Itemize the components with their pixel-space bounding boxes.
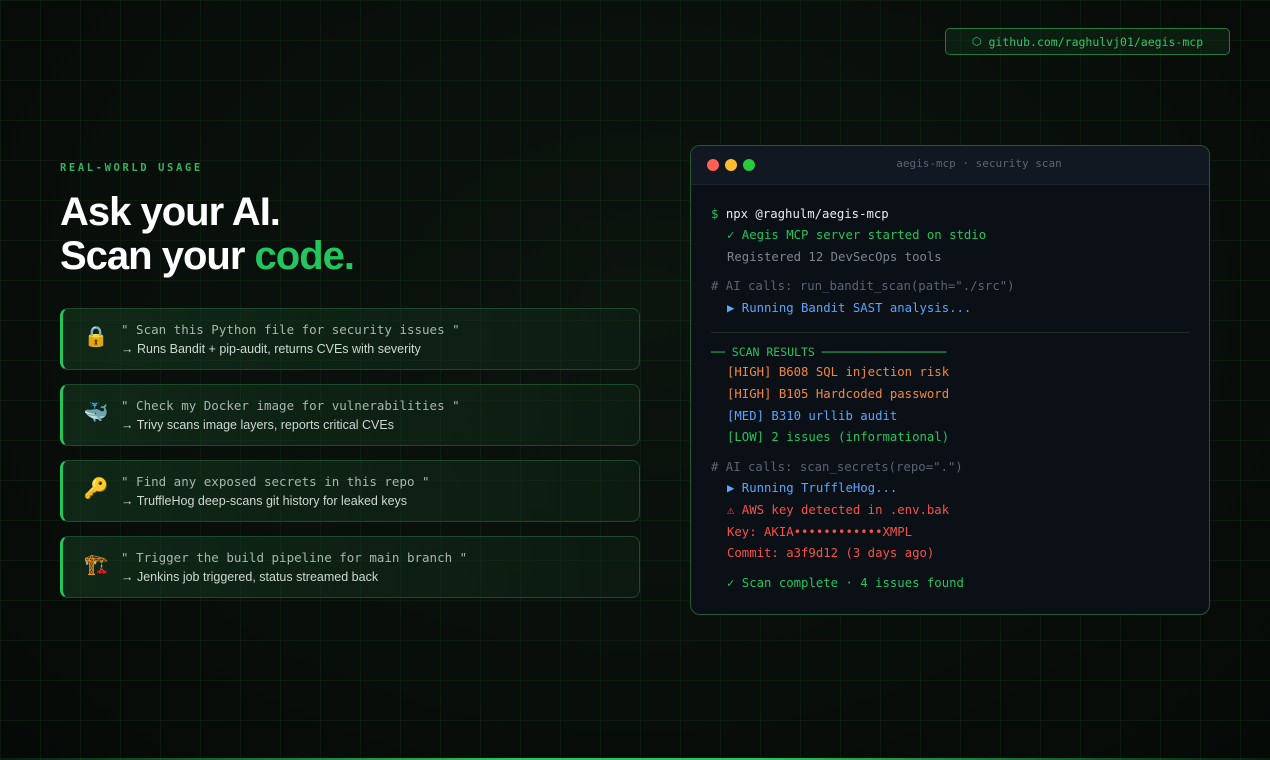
key-icon: 🔑 bbox=[83, 478, 109, 500]
terminal-window: aegis-mcp · security scan $ npx @raghulm… bbox=[690, 145, 1210, 615]
terminal-result-high-password: [HIGH] B105 Hardcoded password bbox=[727, 387, 950, 401]
github-icon: ⬡ bbox=[971, 35, 982, 48]
github-repo-link[interactable]: ⬡ github.com/raghulvj01/aegis-mcp bbox=[945, 28, 1230, 55]
terminal-registered-tools: Registered 12 DevSecOps tools bbox=[727, 250, 942, 264]
usage-card-description: → Trivy scans image layers, reports crit… bbox=[121, 418, 394, 432]
terminal-commit-line: Commit: a3f9d12 (3 days ago) bbox=[727, 546, 935, 560]
hero-headline: Ask your AI. Scan your code. bbox=[60, 190, 355, 278]
terminal-result-med-urllib: [MED] B310 urllib audit bbox=[727, 409, 898, 423]
section-eyebrow: REAL-WORLD USAGE bbox=[60, 162, 203, 174]
usage-card-secrets-scan[interactable]: 🔑 " Find any exposed secrets in this rep… bbox=[60, 460, 640, 522]
terminal-result-high-sql: [HIGH] B608 SQL injection risk bbox=[727, 365, 950, 379]
terminal-command-line: $ npx @raghulm/aegis-mcp bbox=[711, 207, 889, 221]
usage-card-docker-scan[interactable]: 🐳 " Check my Docker image for vulnerabil… bbox=[60, 384, 640, 446]
headline-line-1: Ask your AI. bbox=[60, 190, 281, 234]
headline-accent: code. bbox=[254, 234, 355, 278]
usage-card-prompt: " Trigger the build pipeline for main br… bbox=[121, 550, 468, 565]
terminal-prompt: $ bbox=[711, 207, 719, 221]
usage-card-description: → TruffleHog deep-scans git history for … bbox=[121, 494, 408, 508]
terminal-title-bar: aegis-mcp · security scan bbox=[691, 146, 1209, 185]
usage-card-prompt: " Scan this Python file for security iss… bbox=[121, 322, 460, 337]
terminal-key-line: Key: AKIA••••••••••••XMPL bbox=[727, 525, 913, 539]
usage-card-prompt: " Check my Docker image for vulnerabilit… bbox=[121, 398, 460, 413]
usage-card-build-pipeline[interactable]: 🏗️ " Trigger the build pipeline for main… bbox=[60, 536, 640, 598]
terminal-aws-warning: ⚠ AWS key detected in .env.bak bbox=[727, 503, 950, 517]
terminal-running-trufflehog: ▶ Running TruffleHog... bbox=[727, 481, 898, 495]
usage-card-python-scan[interactable]: 🔒 " Scan this Python file for security i… bbox=[60, 308, 640, 370]
terminal-command: npx @raghulm/aegis-mcp bbox=[725, 207, 889, 221]
terminal-divider bbox=[711, 332, 1189, 333]
github-repo-text: github.com/raghulvj01/aegis-mcp bbox=[988, 34, 1204, 49]
usage-card-prompt: " Find any exposed secrets in this repo … bbox=[121, 474, 430, 489]
usage-card-description: → Jenkins job triggered, status streamed… bbox=[121, 570, 379, 584]
terminal-server-started: ✓ Aegis MCP server started on stdio bbox=[727, 228, 987, 242]
whale-icon: 🐳 bbox=[83, 402, 109, 424]
crane-icon: 🏗️ bbox=[83, 554, 109, 576]
headline-line-2-prefix: Scan your bbox=[60, 234, 255, 278]
terminal-running-bandit: ▶ Running Bandit SAST analysis... bbox=[727, 301, 972, 315]
terminal-ai-call-secrets: # AI calls: scan_secrets(repo=".") bbox=[711, 460, 963, 474]
terminal-result-low: [LOW] 2 issues (informational) bbox=[727, 430, 950, 444]
terminal-title: aegis-mcp · security scan bbox=[896, 157, 1062, 170]
terminal-ai-call-bandit: # AI calls: run_bandit_scan(path="./src"… bbox=[711, 279, 1015, 293]
usage-card-description: → Runs Bandit + pip-audit, returns CVEs … bbox=[121, 342, 421, 356]
lock-icon: 🔒 bbox=[83, 326, 109, 348]
terminal-results-header: ── SCAN RESULTS ────────────────── bbox=[711, 345, 947, 359]
terminal-scan-complete: ✓ Scan complete · 4 issues found bbox=[727, 576, 964, 590]
